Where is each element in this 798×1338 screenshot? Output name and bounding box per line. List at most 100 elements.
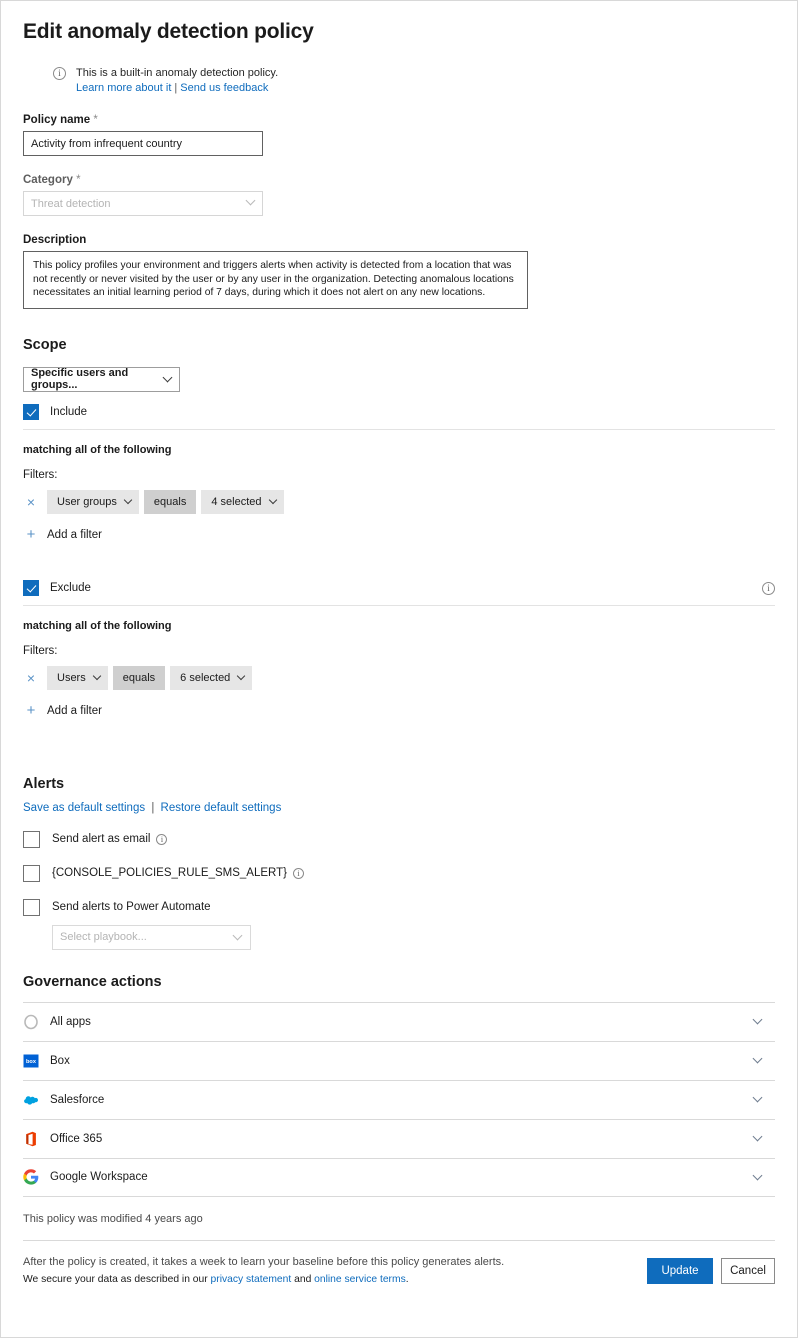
- plus-icon: +: [26, 525, 36, 543]
- edit-anomaly-detection-policy-page: Edit anomaly detection policy i This is …: [0, 0, 798, 1338]
- include-checkbox-row[interactable]: Include: [23, 403, 775, 420]
- chevron-down-icon[interactable]: [752, 1053, 763, 1064]
- restore-default-settings-link[interactable]: Restore default settings: [161, 802, 282, 814]
- send-alert-as-email-row[interactable]: Send alert as email i: [23, 830, 775, 848]
- remove-filter-icon[interactable]: ×: [23, 671, 39, 685]
- privacy-statement-link[interactable]: privacy statement: [211, 1274, 292, 1285]
- scope-type-select[interactable]: Specific users and groups...: [23, 366, 180, 392]
- chevron-down-icon[interactable]: [752, 1014, 763, 1025]
- learn-more-link[interactable]: Learn more about it: [76, 82, 171, 94]
- footer-note-suffix: .: [405, 1273, 409, 1285]
- playbook-value: Select playbook...: [60, 931, 147, 943]
- chevron-down-icon: [245, 195, 256, 206]
- info-banner-text-wrap: This is a built-in anomaly detection pol…: [76, 66, 278, 96]
- online-service-terms-link[interactable]: online service terms: [314, 1274, 406, 1285]
- exclude-matching-text: matching all of the following: [23, 619, 172, 632]
- exclude-filter-value-select[interactable]: 6 selected: [170, 665, 253, 690]
- scope-type-value: Specific users and groups...: [31, 367, 129, 391]
- link-separator: |: [151, 801, 155, 814]
- update-button[interactable]: Update: [647, 1257, 713, 1284]
- footer-note-mid: and: [291, 1273, 315, 1285]
- exclude-filter-row: × Users equals 6 selected: [23, 665, 775, 690]
- category-select[interactable]: Threat detection: [23, 191, 263, 216]
- exclude-checkbox[interactable]: [23, 579, 39, 596]
- exclude-filter-value: 6 selected: [180, 671, 231, 684]
- power-automate-label-wrap: Send alerts to Power Automate: [52, 901, 211, 913]
- governance-row-label: Salesforce: [50, 1093, 105, 1106]
- google-workspace-icon: [23, 1169, 39, 1185]
- chevron-down-icon[interactable]: [752, 1131, 763, 1142]
- chevron-down-icon: [232, 930, 243, 940]
- policy-name-input[interactable]: [23, 131, 263, 156]
- governance-row-all-apps[interactable]: All apps: [23, 1001, 775, 1041]
- remove-filter-icon[interactable]: ×: [23, 495, 39, 509]
- office365-icon: [26, 1131, 36, 1146]
- sms-alert-row[interactable]: {CONSOLE_POLICIES_RULE_SMS_ALERT} i: [23, 864, 775, 882]
- exclude-filters-label: Filters:: [23, 644, 58, 657]
- exclude-add-filter-button[interactable]: + Add a filter: [23, 703, 775, 718]
- include-checkbox[interactable]: [23, 403, 39, 420]
- include-filter-value: 4 selected: [211, 495, 262, 508]
- governance-row-label: All apps: [50, 1015, 91, 1028]
- sms-alert-label: {CONSOLE_POLICIES_RULE_SMS_ALERT}: [52, 867, 288, 879]
- info-icon: i: [53, 67, 66, 80]
- governance-row-google-workspace[interactable]: Google Workspace: [23, 1157, 775, 1197]
- send-feedback-link[interactable]: Send us feedback: [180, 82, 268, 94]
- chevron-down-icon: [237, 671, 246, 680]
- exclude-label: Exclude: [50, 581, 91, 594]
- include-add-filter-button[interactable]: + Add a filter: [23, 525, 775, 543]
- power-automate-row[interactable]: Send alerts to Power Automate: [23, 898, 775, 916]
- info-icon[interactable]: i: [156, 833, 168, 845]
- include-matching-text: matching all of the following: [23, 443, 172, 456]
- governance-row-label: Google Workspace: [50, 1171, 148, 1183]
- send-alert-as-email-checkbox[interactable]: [23, 830, 40, 848]
- description-textarea[interactable]: This policy profiles your environment an…: [23, 251, 528, 309]
- chevron-down-icon: [123, 495, 133, 504]
- info-icon[interactable]: i: [293, 867, 305, 879]
- exclude-info-icon[interactable]: i: [762, 581, 775, 595]
- send-alert-as-email-label-wrap: Send alert as email i: [52, 833, 168, 845]
- include-add-filter-label: Add a filter: [47, 528, 102, 541]
- governance-row-label: Office 365: [50, 1132, 103, 1145]
- playbook-select[interactable]: Select playbook...: [52, 924, 251, 950]
- category-value: Threat detection: [31, 197, 111, 210]
- chevron-down-icon[interactable]: [752, 1092, 763, 1103]
- include-filter-field-select[interactable]: User groups: [47, 489, 139, 514]
- category-label: Category *: [23, 174, 775, 186]
- governance-list: All apps box Box Salesforce Office 365 G…: [23, 1001, 775, 1197]
- power-automate-checkbox[interactable]: [23, 898, 40, 916]
- governance-row-label: Box: [50, 1054, 70, 1067]
- alerts-default-links: Save as default settings | Restore defau…: [23, 802, 775, 814]
- exclude-checkbox-row[interactable]: Exclude i: [23, 579, 775, 596]
- governance-row-salesforce[interactable]: Salesforce: [23, 1079, 775, 1119]
- exclude-add-filter-label: Add a filter: [47, 704, 102, 717]
- include-filter-operator: equals: [143, 489, 197, 514]
- include-filters-label: Filters:: [23, 468, 58, 481]
- policy-modified-text: This policy was modified 4 years ago: [23, 1212, 203, 1225]
- cancel-button[interactable]: Cancel: [721, 1257, 775, 1284]
- info-banner-text: This is a built-in anomaly detection pol…: [76, 67, 279, 79]
- include-filter-value-select[interactable]: 4 selected: [201, 489, 284, 514]
- governance-row-office-365[interactable]: Office 365: [23, 1118, 775, 1158]
- exclude-filter-operator: equals: [112, 665, 166, 690]
- link-separator: |: [174, 82, 178, 94]
- alerts-section-title: Alerts: [23, 775, 65, 792]
- footer-note-line2: We secure your data as described in our …: [23, 1271, 504, 1288]
- footer-note: After the policy is created, it takes a …: [23, 1254, 504, 1288]
- power-automate-label: Send alerts to Power Automate: [52, 901, 211, 913]
- chevron-down-icon[interactable]: [752, 1170, 763, 1180]
- sms-alert-checkbox[interactable]: [23, 864, 40, 882]
- footer-note-line1: After the policy is created, it takes a …: [23, 1255, 505, 1268]
- exclude-filter-field-value: Users: [57, 671, 86, 684]
- category-label-text: Category: [23, 174, 73, 186]
- governance-row-box[interactable]: box Box: [23, 1040, 775, 1080]
- governance-section-title: Governance actions: [23, 973, 162, 990]
- chevron-down-icon: [268, 495, 277, 504]
- exclude-filter-field-select[interactable]: Users: [47, 665, 108, 690]
- description-label: Description: [23, 234, 87, 246]
- include-filter-row: × User groups equals 4 selected: [23, 489, 775, 514]
- sms-alert-label-wrap: {CONSOLE_POLICIES_RULE_SMS_ALERT} i: [52, 867, 305, 879]
- save-as-default-settings-link[interactable]: Save as default settings: [23, 802, 145, 814]
- policy-name-label-text: Policy name: [23, 114, 91, 126]
- builtin-policy-info-banner: i This is a built-in anomaly detection p…: [23, 66, 775, 96]
